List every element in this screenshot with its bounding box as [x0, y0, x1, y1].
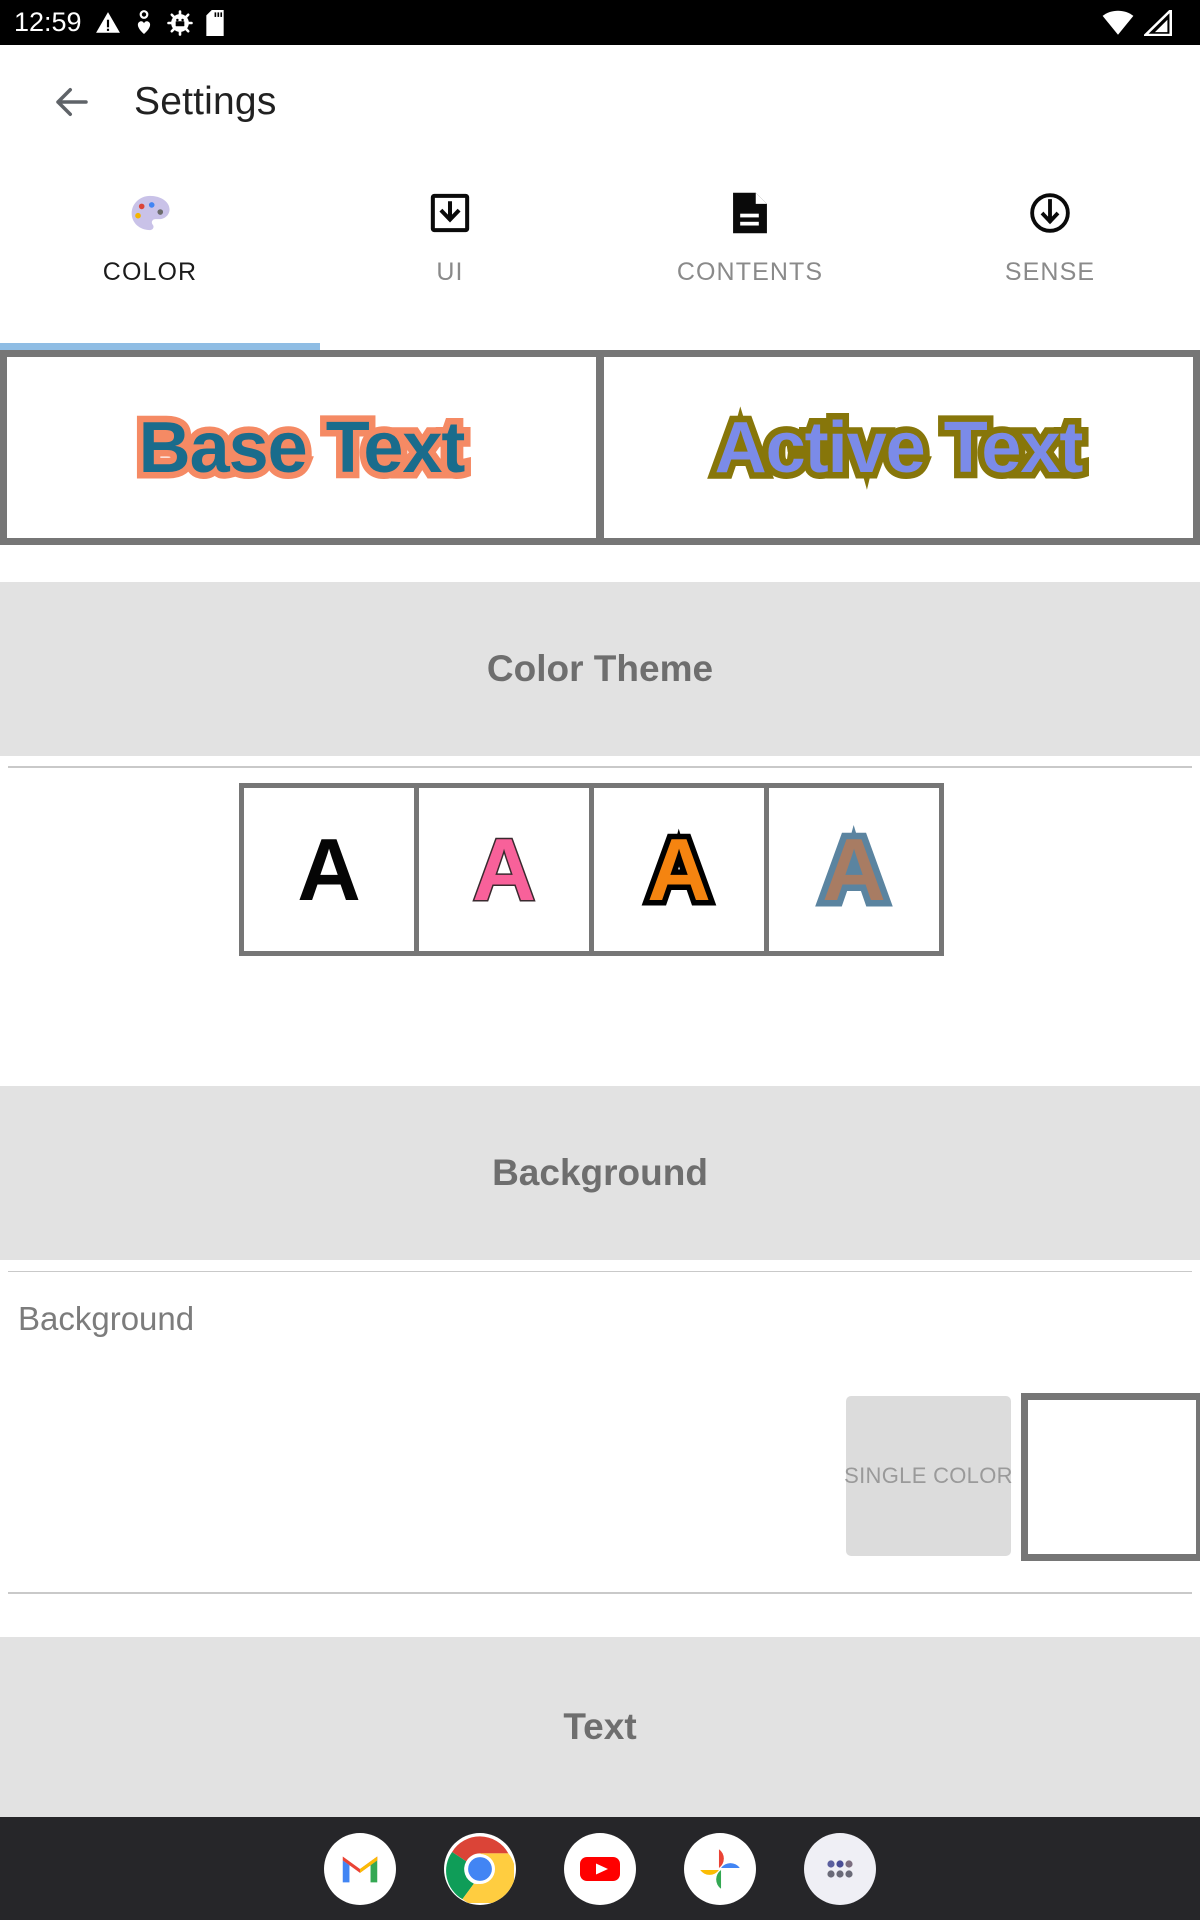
arrow-down-circle-icon [1029, 186, 1071, 240]
text-preview-area: Base Text Active Text [0, 350, 1200, 545]
section-title-color-theme: Color Theme [486, 648, 714, 689]
warning-triangle-icon [95, 11, 120, 33]
settings-tab-bar: COLOR UI CONTENTS SENSE [0, 158, 1200, 343]
section-title-text: Text [563, 1706, 637, 1747]
active-text-sample: Active Text [708, 401, 1090, 494]
tab-color-label: COLOR [102, 258, 198, 286]
status-bar: 12:59 [0, 0, 1200, 45]
status-bar-left: 12:59 [14, 9, 224, 36]
background-row-label: Background [18, 1300, 195, 1337]
theme-swatch-1[interactable]: A [244, 788, 414, 951]
theme-swatch-4[interactable]: A [769, 788, 939, 951]
theme-swatch-2[interactable]: A [419, 788, 589, 951]
background-color-swatch[interactable] [1021, 1393, 1200, 1561]
android-debug-icon [166, 9, 193, 36]
tab-color[interactable]: COLOR [0, 158, 300, 343]
theme-swatch-letter: A [642, 819, 716, 919]
base-text-sample: Base Text [132, 401, 472, 494]
tab-sense[interactable]: SENSE [900, 158, 1200, 343]
cellular-signal-icon [1144, 9, 1172, 36]
app-bar: Settings [0, 45, 1200, 158]
tab-ui[interactable]: UI [300, 158, 600, 343]
active-text-preview[interactable]: Active Text [604, 357, 1193, 538]
arrow-left-icon [56, 87, 88, 116]
section-title-background: Background [492, 1152, 708, 1193]
palette-icon [128, 186, 172, 240]
page-title: Settings [134, 79, 277, 123]
tab-sense-label: SENSE [1004, 258, 1096, 286]
app-drawer-icon[interactable] [804, 1832, 876, 1905]
status-bar-right [1102, 9, 1186, 36]
theme-swatch-3[interactable]: A [594, 788, 764, 951]
background-setting-row: Background SINGLE COLOR [0, 1272, 1200, 1592]
single-color-mode-label: SINGLE COLOR [844, 1463, 1013, 1488]
back-button[interactable] [36, 66, 108, 138]
android-settings-screen: 12:59 Settings COLOR UI CONTENTS SENSE B… [0, 0, 1200, 1920]
tab-contents-label: CONTENTS [676, 258, 824, 286]
single-color-mode-button[interactable]: SINGLE COLOR [844, 1396, 1013, 1556]
section-header-color-theme: Color Theme [0, 582, 1200, 756]
download-box-icon [429, 186, 471, 240]
android-dock [0, 1817, 1200, 1920]
section-header-text: Text [0, 1637, 1200, 1817]
youtube-icon[interactable] [564, 1832, 636, 1905]
theme-swatch-letter: A [471, 819, 538, 919]
chrome-icon[interactable] [444, 1832, 516, 1905]
theme-swatch-letter: A [297, 819, 361, 919]
section-header-background: Background [0, 1086, 1200, 1260]
color-theme-swatch-group: A A A A [239, 783, 944, 956]
wifi-icon [1102, 10, 1134, 35]
base-text-preview[interactable]: Base Text [7, 357, 596, 538]
tab-active-indicator [0, 343, 320, 350]
google-photos-icon[interactable] [684, 1832, 756, 1905]
sd-card-icon [205, 9, 224, 36]
bluetooth-heart-icon [137, 9, 150, 34]
theme-swatch-letter: A [816, 819, 892, 920]
tab-ui-label: UI [436, 258, 464, 286]
status-bar-clock: 12:59 [14, 7, 82, 37]
tab-contents[interactable]: CONTENTS [600, 158, 900, 343]
divider-1 [8, 766, 1192, 768]
gmail-icon[interactable] [324, 1832, 396, 1905]
document-icon [730, 186, 770, 240]
divider-3 [8, 1592, 1192, 1594]
